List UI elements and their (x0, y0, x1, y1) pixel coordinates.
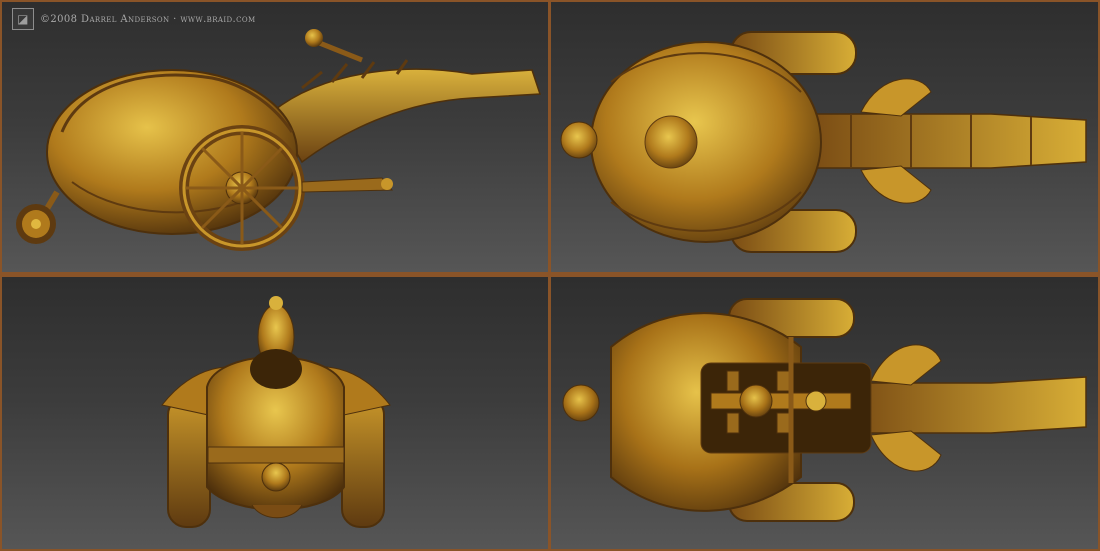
vehicle-underside-view-icon (562, 298, 1087, 522)
vehicle-front-view-icon (161, 296, 391, 528)
viewport-top (551, 2, 1098, 272)
copyright-text: ©2008 Darrel Anderson · www.braid.com (40, 13, 256, 25)
vehicle-side-view-icon (16, 29, 542, 251)
copyright-credit: ◪ ©2008 Darrel Anderson · www.braid.com (12, 8, 256, 30)
viewport-bottom (551, 277, 1098, 549)
viewport-side: ◪ ©2008 Darrel Anderson · www.braid.com (2, 2, 548, 272)
viewport-front (2, 277, 548, 549)
render-sheet: ◪ ©2008 Darrel Anderson · www.braid.com (0, 0, 1100, 551)
braid-logo-icon: ◪ (12, 8, 34, 30)
vehicle-top-view-icon (560, 31, 1087, 253)
